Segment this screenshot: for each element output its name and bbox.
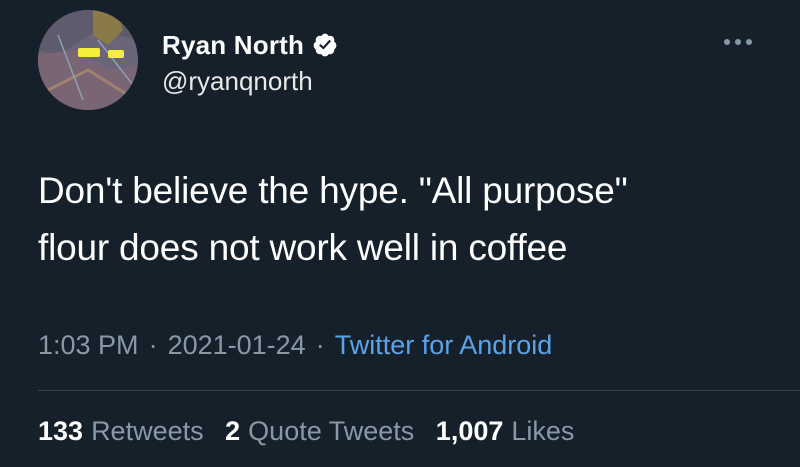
retweets-count: 133: [38, 416, 84, 446]
tweet-stats: 133 Retweets 2 Quote Tweets 1,007 Likes: [38, 416, 588, 447]
tweet-text-line: flour does not work well in coffee: [38, 227, 568, 268]
likes-count: 1,007: [435, 416, 504, 446]
meta-separator: ·: [315, 330, 325, 360]
handle[interactable]: @ryanqnorth: [162, 66, 338, 97]
retweets-stat[interactable]: 133 Retweets: [38, 416, 204, 446]
display-name-row: Ryan North: [162, 28, 338, 62]
author-block: Ryan North @ryanqnorth: [162, 28, 338, 97]
avatar-image: [38, 10, 138, 110]
retweets-label: Retweets: [91, 416, 204, 446]
tweet-time[interactable]: 1:03 PM: [38, 330, 139, 360]
likes-stat[interactable]: 1,007 Likes: [436, 416, 575, 446]
tweet-source-link[interactable]: Twitter for Android: [335, 330, 553, 360]
quote-tweets-count: 2: [225, 416, 241, 446]
tweet-text-line: Don't believe the hype. "All purpose": [38, 170, 628, 211]
meta-separator: ·: [148, 330, 158, 360]
quote-tweets-stat[interactable]: 2 Quote Tweets: [225, 416, 414, 446]
tweet-text: Don't believe the hype. "All purpose" fl…: [38, 162, 778, 276]
verified-badge-icon: [312, 32, 338, 58]
quote-tweets-label: Quote Tweets: [248, 416, 415, 446]
more-options-button[interactable]: [724, 34, 756, 50]
tweet-meta: 1:03 PM · 2021-01-24 · Twitter for Android: [38, 330, 552, 361]
display-name[interactable]: Ryan North: [162, 30, 304, 61]
tweet-card: Ryan North @ryanqnorth Don't believe the…: [0, 0, 800, 467]
avatar[interactable]: [38, 10, 138, 110]
more-options-icon: [724, 39, 752, 45]
tweet-date[interactable]: 2021-01-24: [168, 330, 306, 360]
likes-label: Likes: [511, 416, 575, 446]
divider: [38, 390, 800, 391]
